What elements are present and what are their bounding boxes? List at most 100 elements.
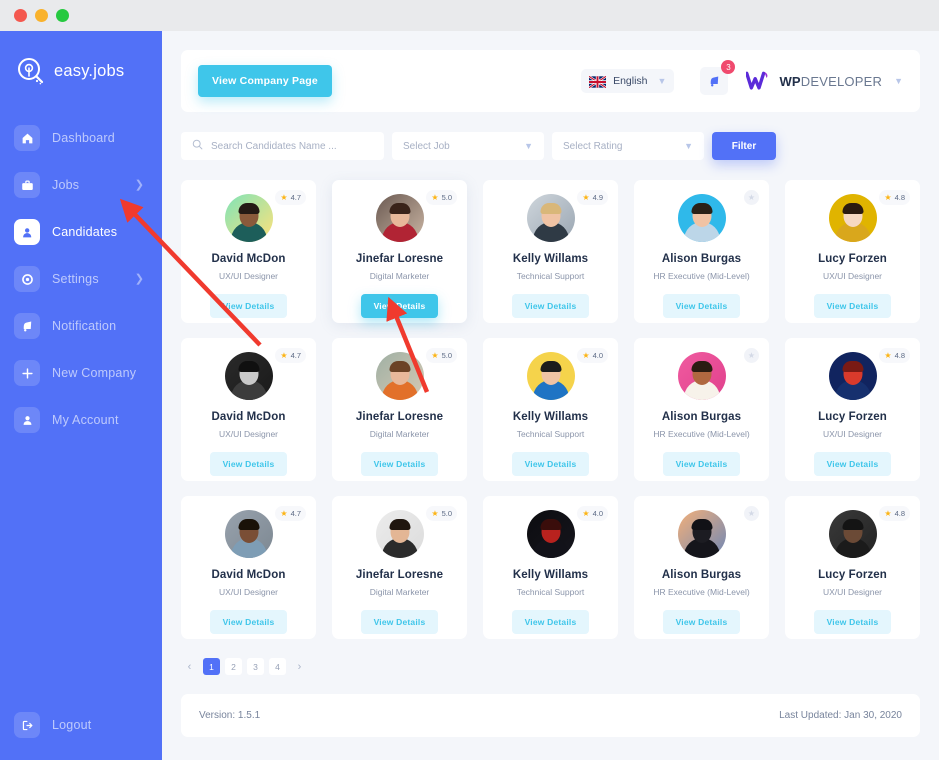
account-brand-light: DEVELOPER xyxy=(800,73,883,89)
chevron-down-icon: ▼ xyxy=(894,75,903,86)
star-icon: ★ xyxy=(431,192,439,202)
view-details-button[interactable]: View Details xyxy=(662,294,741,318)
account-brand: WPDEVELOPER xyxy=(779,74,882,89)
view-company-page-button[interactable]: View Company Page xyxy=(198,65,332,97)
candidate-role: Technical Support xyxy=(516,429,585,439)
candidate-card[interactable]: ★ 5.0 Jinefar Loresne Digital Marketer View … xyxy=(332,496,467,639)
candidate-card[interactable]: ★ 4.8 Lucy Forzen UX/UI Designer View Detail… xyxy=(785,496,920,639)
window-maximize-button[interactable] xyxy=(56,9,69,22)
avatar-hair xyxy=(540,203,561,214)
candidate-name: Alison Burgas xyxy=(661,411,742,423)
sidebar-item-label: Settings xyxy=(52,272,99,286)
candidate-card[interactable]: ★ 4.0 Kelly Willams Technical Support View D… xyxy=(483,496,618,639)
version-label: Version: 1.5.1 xyxy=(199,710,261,721)
sidebar-item-jobs[interactable]: Jobs ❯ xyxy=(0,168,162,202)
candidate-card[interactable]: ★ 4.8 Lucy Forzen UX/UI Designer View Detail… xyxy=(785,180,920,323)
rating-value: 4.8 xyxy=(894,351,905,360)
sidebar-item-my-account[interactable]: My Account xyxy=(0,403,162,437)
notifications-button[interactable]: 3 xyxy=(700,60,736,95)
pagination-page[interactable]: 4 xyxy=(269,658,286,675)
filter-bar: Search Candidates Name ... Select Job ▼ … xyxy=(181,132,920,160)
view-details-button[interactable]: View Details xyxy=(511,294,590,318)
avatar-hair xyxy=(842,519,863,530)
sidebar-item-notification[interactable]: Notification xyxy=(0,309,162,343)
search-icon xyxy=(192,139,203,153)
star-icon: ★ xyxy=(884,508,892,518)
view-details-button[interactable]: View Details xyxy=(813,610,892,634)
pagination-prev[interactable]: ‹ xyxy=(181,658,198,675)
candidate-card[interactable]: ★ 4.7 David McDon UX/UI Designer View Detail… xyxy=(181,496,316,639)
candidate-card[interactable]: ★ 4.0 Kelly Willams Technical Support View D… xyxy=(483,338,618,481)
brand[interactable]: easy.jobs xyxy=(0,31,162,93)
candidate-name: Alison Burgas xyxy=(661,253,742,265)
rating-badge: ★ 4.8 xyxy=(879,348,910,363)
view-details-button[interactable]: View Details xyxy=(662,452,741,476)
window-minimize-button[interactable] xyxy=(35,9,48,22)
sidebar-item-label: My Account xyxy=(52,413,119,427)
candidate-name: Jinefar Loresne xyxy=(355,253,444,265)
view-details-button[interactable]: View Details xyxy=(360,610,439,634)
view-details-button[interactable]: View Details xyxy=(813,452,892,476)
candidate-card[interactable]: ★ 4.7 David McDon UX/UI Designer View Detail… xyxy=(181,338,316,481)
job-select[interactable]: Select Job ▼ xyxy=(392,132,544,160)
view-details-button[interactable]: View Details xyxy=(209,610,288,634)
candidate-card[interactable]: ★ 4.7 David McDon UX/UI Designer View Detail… xyxy=(181,180,316,323)
sidebar-item-new-company[interactable]: New Company xyxy=(0,356,162,390)
logout-icon xyxy=(14,712,40,738)
sidebar-item-candidates[interactable]: Candidates xyxy=(0,215,162,249)
pagination-next[interactable]: › xyxy=(291,658,308,675)
pagination-page[interactable]: 2 xyxy=(225,658,242,675)
pagination-page[interactable]: 3 xyxy=(247,658,264,675)
candidate-card[interactable]: ★ 5.0 Jinefar Loresne Digital Marketer View … xyxy=(332,338,467,481)
rating-badge: ★ 4.8 xyxy=(879,506,910,521)
window-close-button[interactable] xyxy=(14,9,27,22)
avatar xyxy=(828,352,877,400)
candidate-card[interactable]: ★ 5.0 Jinefar Loresne Digital Marketer View … xyxy=(332,180,467,323)
candidate-card[interactable]: ★ Alison Burgas HR Executive (Mid-Level) Vi… xyxy=(634,338,769,481)
view-details-button[interactable]: View Details xyxy=(209,452,288,476)
pagination-page[interactable]: 1 xyxy=(203,658,220,675)
rating-badge: ★ 4.0 xyxy=(577,506,608,521)
candidate-card[interactable]: ★ 4.9 Kelly Willams Technical Support View D… xyxy=(483,180,618,323)
view-details-button[interactable]: View Details xyxy=(511,610,590,634)
avatar xyxy=(677,352,726,400)
candidate-role: Technical Support xyxy=(516,587,585,597)
view-details-button[interactable]: View Details xyxy=(360,452,439,476)
candidate-role: UX/UI Designer xyxy=(218,587,279,597)
avatar-hair xyxy=(691,361,712,372)
rating-badge: ★ 5.0 xyxy=(426,190,457,205)
rating-badge: ★ 5.0 xyxy=(426,348,457,363)
person-icon xyxy=(14,407,40,433)
star-icon: ★ xyxy=(747,192,755,202)
candidate-card[interactable]: ★ 4.8 Lucy Forzen UX/UI Designer View Detail… xyxy=(785,338,920,481)
view-details-button[interactable]: View Details xyxy=(662,610,741,634)
avatar xyxy=(224,194,273,242)
account-menu[interactable]: WPDEVELOPER ▼ xyxy=(745,70,903,92)
rating-value: 4.0 xyxy=(592,351,603,360)
candidate-name: Kelly Willams xyxy=(512,411,589,423)
star-icon: ★ xyxy=(431,508,439,518)
sidebar-item-settings[interactable]: Settings ❯ xyxy=(0,262,162,296)
sidebar-item-label: Candidates xyxy=(52,225,118,239)
language-selector[interactable]: English ▼ xyxy=(581,69,675,93)
rating-value: 4.8 xyxy=(894,193,905,202)
view-details-button[interactable]: View Details xyxy=(511,452,590,476)
sidebar-item-dashboard[interactable]: Dashboard xyxy=(0,121,162,155)
search-input[interactable]: Search Candidates Name ... xyxy=(181,132,384,160)
rating-select[interactable]: Select Rating ▼ xyxy=(552,132,704,160)
rating-value: 4.8 xyxy=(894,509,905,518)
candidate-card[interactable]: ★ Alison Burgas HR Executive (Mid-Level) Vi… xyxy=(634,180,769,323)
job-select-label: Select Job xyxy=(403,140,450,152)
view-details-button[interactable]: View Details xyxy=(813,294,892,318)
candidate-card[interactable]: ★ Alison Burgas HR Executive (Mid-Level) Vi… xyxy=(634,496,769,639)
avatar-hair xyxy=(238,361,259,372)
view-details-button[interactable]: View Details xyxy=(209,294,288,318)
candidate-name: Lucy Forzen xyxy=(818,253,887,265)
chevron-right-icon: ❯ xyxy=(134,178,144,191)
sidebar-nav: Dashboard Jobs ❯ Candidates Settings ❯ N… xyxy=(0,121,162,437)
filter-button[interactable]: Filter xyxy=(712,132,776,160)
view-details-button[interactable]: View Details xyxy=(360,294,439,318)
logout-button[interactable]: Logout xyxy=(0,712,91,738)
star-icon: ★ xyxy=(280,508,288,518)
avatar xyxy=(677,510,726,558)
